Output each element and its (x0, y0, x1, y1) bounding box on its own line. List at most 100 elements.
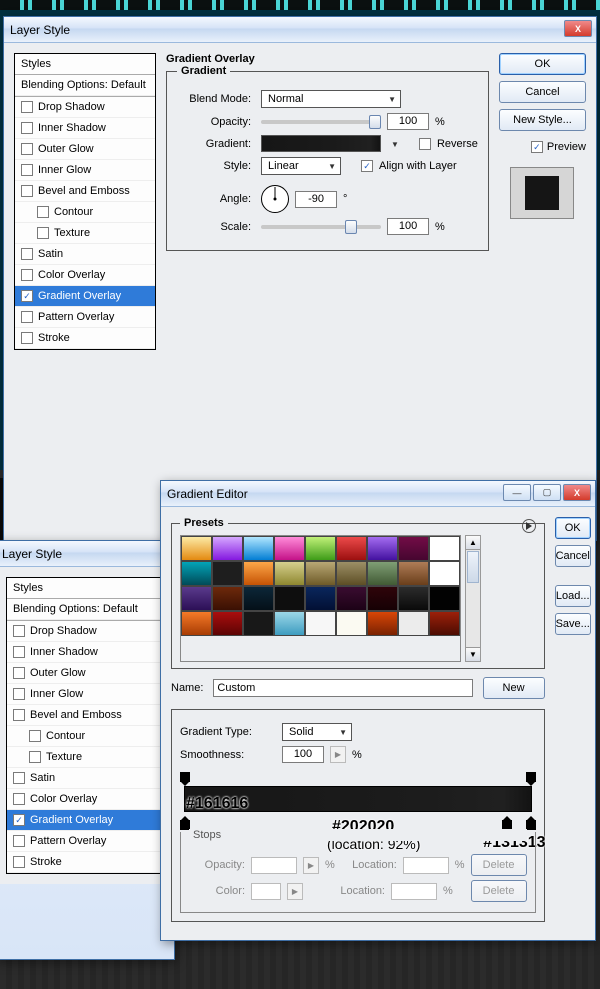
style-item[interactable]: Inner Shadow (7, 642, 165, 663)
style-item[interactable]: Contour (7, 726, 165, 747)
checkbox[interactable] (13, 688, 25, 700)
checkbox[interactable] (21, 143, 33, 155)
preset-swatch[interactable] (274, 561, 305, 586)
style-select[interactable]: Linear (261, 157, 341, 175)
smoothness-value[interactable]: 100 (282, 746, 324, 763)
checkbox[interactable] (21, 248, 33, 260)
checkbox[interactable] (13, 709, 25, 721)
gradient-picker-dropdown[interactable] (387, 138, 399, 150)
checkbox[interactable] (29, 730, 41, 742)
style-item[interactable]: Outer Glow (7, 663, 165, 684)
style-item[interactable]: Gradient Overlay (15, 286, 155, 307)
style-item[interactable]: Texture (15, 223, 155, 244)
checkbox[interactable] (13, 835, 25, 847)
presets-menu-icon[interactable] (522, 519, 536, 533)
style-item[interactable]: Stroke (7, 852, 165, 873)
scale-value[interactable]: 100 (387, 218, 429, 235)
checkbox[interactable] (13, 856, 25, 868)
presets-grid[interactable] (180, 535, 461, 662)
style-item[interactable]: Texture (7, 747, 165, 768)
styles-header[interactable]: Styles (15, 54, 155, 74)
style-item[interactable]: Gradient Overlay (7, 810, 165, 831)
checkbox[interactable] (21, 332, 33, 344)
preset-swatch[interactable] (274, 536, 305, 561)
styles-header[interactable]: Styles (7, 578, 165, 598)
preset-swatch[interactable] (367, 611, 398, 636)
checkbox[interactable] (13, 625, 25, 637)
preset-swatch[interactable] (181, 611, 212, 636)
style-item[interactable]: Satin (15, 244, 155, 265)
checkbox[interactable] (37, 206, 49, 218)
angle-dial[interactable] (261, 185, 289, 213)
checkbox[interactable] (13, 772, 25, 784)
checkbox[interactable] (13, 793, 25, 805)
preset-swatch[interactable] (336, 611, 367, 636)
checkbox[interactable] (21, 164, 33, 176)
scale-slider[interactable] (261, 225, 381, 229)
style-item[interactable]: Inner Glow (7, 684, 165, 705)
titlebar[interactable]: Gradient Editor — ▢ X (161, 481, 595, 507)
checkbox[interactable] (13, 667, 25, 679)
preset-swatch[interactable] (305, 611, 336, 636)
style-item[interactable]: Drop Shadow (15, 97, 155, 118)
opacity-slider[interactable] (261, 120, 381, 124)
new-style-button[interactable]: New Style... (499, 109, 586, 131)
checkbox[interactable] (21, 101, 33, 113)
style-item[interactable]: Color Overlay (15, 265, 155, 286)
preset-swatch[interactable] (305, 536, 336, 561)
smoothness-stepper[interactable]: ▶ (330, 746, 346, 763)
minimize-icon[interactable]: — (503, 484, 531, 501)
style-item[interactable]: Stroke (15, 328, 155, 349)
cancel-button[interactable]: Cancel (555, 545, 591, 567)
preset-swatch[interactable] (243, 586, 274, 611)
checkbox[interactable] (21, 311, 33, 323)
titlebar[interactable]: Layer Style X (4, 17, 596, 43)
scroll-down-icon[interactable]: ▼ (466, 647, 480, 661)
scroll-thumb[interactable] (467, 551, 479, 583)
preset-swatch[interactable] (429, 611, 460, 636)
checkbox[interactable] (13, 646, 25, 658)
preset-swatch[interactable] (398, 536, 429, 561)
preview-checkbox[interactable] (531, 141, 543, 153)
checkbox[interactable] (21, 290, 33, 302)
preset-swatch[interactable] (398, 561, 429, 586)
checkbox[interactable] (37, 227, 49, 239)
style-item[interactable]: Outer Glow (15, 139, 155, 160)
style-item[interactable]: Pattern Overlay (7, 831, 165, 852)
style-item[interactable]: Inner Shadow (15, 118, 155, 139)
close-icon[interactable]: X (563, 484, 591, 501)
preset-swatch[interactable] (367, 586, 398, 611)
preset-swatch[interactable] (274, 586, 305, 611)
preset-swatch[interactable] (336, 536, 367, 561)
save-button[interactable]: Save... (555, 613, 591, 635)
style-item[interactable]: Drop Shadow (7, 621, 165, 642)
cancel-button[interactable]: Cancel (499, 81, 586, 103)
style-item[interactable]: Contour (15, 202, 155, 223)
preset-swatch[interactable] (305, 561, 336, 586)
preset-swatch[interactable] (212, 586, 243, 611)
preset-swatch[interactable] (243, 536, 274, 561)
blend-mode-select[interactable]: Normal (261, 90, 401, 108)
preset-swatch[interactable] (181, 561, 212, 586)
checkbox[interactable] (29, 751, 41, 763)
ok-button[interactable]: OK (555, 517, 591, 539)
close-icon[interactable]: X (564, 20, 592, 37)
load-button[interactable]: Load... (555, 585, 591, 607)
gradient-bar[interactable] (180, 768, 536, 832)
preset-swatch[interactable] (243, 611, 274, 636)
checkbox[interactable] (21, 269, 33, 281)
titlebar[interactable]: Layer Style (0, 541, 174, 567)
preset-swatch[interactable] (336, 561, 367, 586)
new-button[interactable]: New (483, 677, 545, 699)
checkbox[interactable] (13, 814, 25, 826)
checkbox[interactable] (21, 122, 33, 134)
align-checkbox[interactable] (361, 160, 373, 172)
preset-swatch[interactable] (429, 536, 460, 561)
presets-scrollbar[interactable]: ▲ ▼ (465, 535, 481, 662)
scroll-up-icon[interactable]: ▲ (466, 536, 480, 550)
preset-swatch[interactable] (305, 586, 336, 611)
ok-button[interactable]: OK (499, 53, 586, 75)
preset-swatch[interactable] (367, 536, 398, 561)
angle-value[interactable]: -90 (295, 191, 337, 208)
preset-swatch[interactable] (429, 561, 460, 586)
